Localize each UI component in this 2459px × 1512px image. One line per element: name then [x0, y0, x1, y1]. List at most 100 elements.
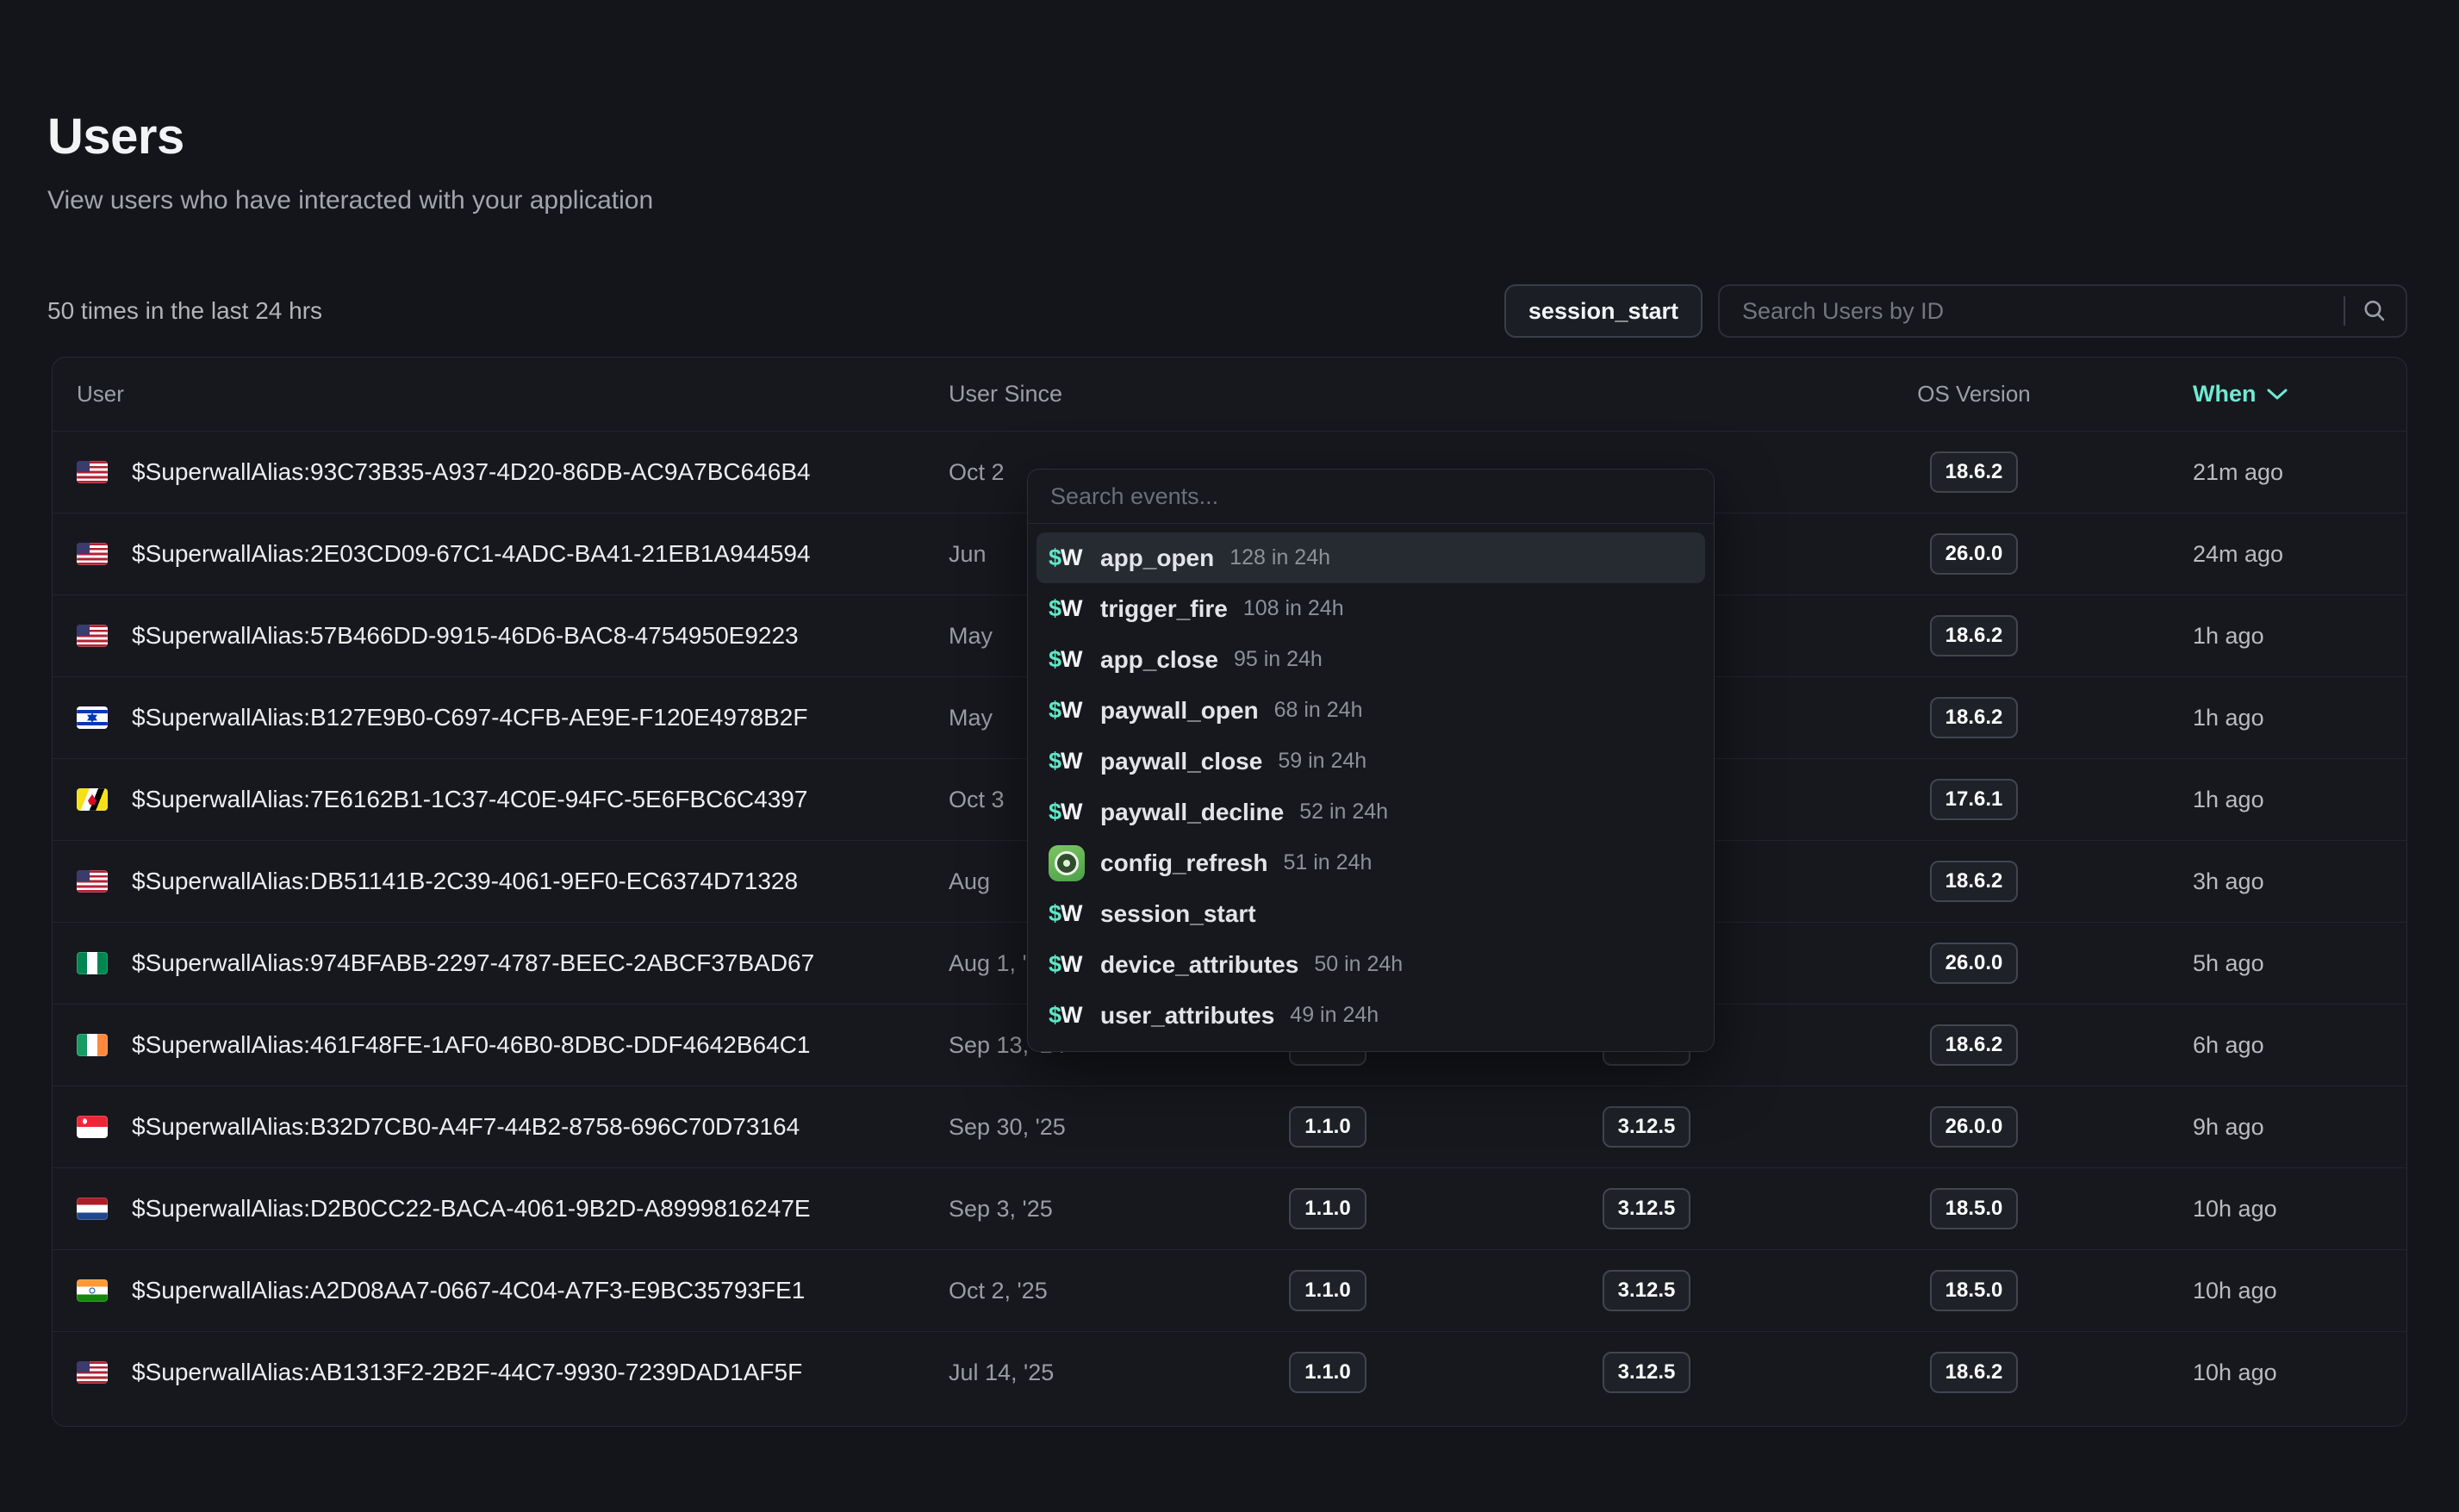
superwall-logo-icon: $W [1049, 900, 1082, 927]
event-list-item[interactable]: $W session_start [1037, 888, 1705, 939]
sdk-version-badge: 3.12.5 [1603, 1270, 1691, 1311]
event-list-item[interactable]: $W trigger_fire 108 in 24h [1037, 583, 1705, 634]
user-id: $SuperwallAlias:461F48FE-1AF0-46B0-8DBC-… [132, 1031, 811, 1059]
event-search-input[interactable] [1049, 482, 1693, 511]
event-count: 128 in 24h [1230, 545, 1330, 570]
users-page: { "colors": { "accent": "#70ead3", "conf… [0, 108, 2459, 1512]
last-seen-value: 6h ago [2077, 1032, 2406, 1059]
last-seen-value: 10h ago [2077, 1360, 2406, 1386]
event-icon-slot: $W [1049, 595, 1088, 622]
superwall-logo-icon: $W [1049, 1002, 1082, 1029]
table-row[interactable]: $SuperwallAlias:D2B0CC22-BACA-4061-9B2D-… [53, 1167, 2406, 1249]
event-list-item[interactable]: $W paywall_close 59 in 24h [1037, 736, 1705, 787]
app-version-badge: 1.1.0 [1289, 1352, 1366, 1393]
country-flag-icon [77, 1034, 108, 1056]
app-version-badge: 1.1.0 [1289, 1188, 1366, 1229]
search-divider [2344, 296, 2345, 326]
table-row[interactable]: $SuperwallAlias:AB1313F2-2B2F-44C7-9930-… [53, 1331, 2406, 1413]
country-flag-icon [77, 461, 108, 483]
country-flag-icon [77, 788, 108, 811]
country-flag-icon [77, 1116, 108, 1138]
user-search-input[interactable] [1740, 297, 2344, 326]
os-version-badge: 18.6.2 [1930, 1024, 2019, 1066]
event-list-item[interactable]: $W app_close 95 in 24h [1037, 634, 1705, 685]
event-count: 108 in 24h [1243, 596, 1344, 621]
event-search-box [1028, 470, 1714, 524]
user-id: $SuperwallAlias:2E03CD09-67C1-4ADC-BA41-… [132, 540, 811, 568]
event-list-item[interactable]: $W paywall_open 68 in 24h [1037, 685, 1705, 736]
superwall-logo-icon: $W [1049, 697, 1082, 724]
event-icon-slot: $W [1049, 646, 1088, 673]
event-count: 52 in 24h [1299, 800, 1388, 824]
sdk-version-badge: 3.12.5 [1603, 1352, 1691, 1393]
user-id: $SuperwallAlias:57B466DD-9915-46D6-BAC8-… [132, 622, 799, 650]
country-flag-icon [77, 1198, 108, 1220]
event-list-item[interactable]: $W paywall_decline 52 in 24h [1037, 787, 1705, 837]
header-user: User [53, 381, 949, 408]
sdk-version-badge: 3.12.5 [1603, 1188, 1691, 1229]
last-seen-value: 10h ago [2077, 1278, 2406, 1304]
last-seen-value: 3h ago [2077, 868, 2406, 895]
superwall-logo-icon: $W [1049, 646, 1082, 673]
user-id: $SuperwallAlias:D2B0CC22-BACA-4061-9B2D-… [132, 1195, 811, 1223]
event-frequency-stats: 50 times in the last 24 hrs [47, 297, 322, 325]
event-name: app_close [1100, 646, 1218, 674]
country-flag-icon [77, 1279, 108, 1302]
header-user-since: User Since [949, 381, 1233, 408]
event-name: user_attributes [1100, 1002, 1274, 1030]
user-id: $SuperwallAlias:AB1313F2-2B2F-44C7-9930-… [132, 1359, 802, 1386]
header-when-sort[interactable]: When [2077, 381, 2406, 408]
event-name: paywall_open [1100, 697, 1259, 725]
event-count: 50 in 24h [1314, 952, 1403, 977]
event-icon-slot [1049, 845, 1088, 881]
event-search-dropdown: $W app_open 128 in 24h $W trigger_fire 1… [1027, 469, 1715, 1052]
user-id: $SuperwallAlias:B127E9B0-C697-4CFB-AE9E-… [132, 704, 807, 731]
user-search-box [1718, 284, 2407, 338]
country-flag-icon [77, 625, 108, 647]
os-version-badge: 18.6.2 [1930, 697, 2019, 738]
event-name: session_start [1100, 900, 1256, 928]
last-seen-value: 5h ago [2077, 950, 2406, 977]
event-name: paywall_close [1100, 748, 1262, 775]
os-version-badge: 18.5.0 [1930, 1188, 2019, 1229]
os-version-badge: 26.0.0 [1930, 533, 2019, 575]
table-header-row: User User Since OS Version When [53, 358, 2406, 432]
country-flag-icon [77, 543, 108, 565]
header-when-label: When [2193, 381, 2257, 408]
os-version-badge: 26.0.0 [1930, 943, 2019, 984]
event-icon-slot: $W [1049, 697, 1088, 724]
event-count: 68 in 24h [1274, 698, 1363, 723]
last-seen-value: 1h ago [2077, 787, 2406, 813]
os-version-badge: 18.5.0 [1930, 1270, 2019, 1311]
event-list-item[interactable]: config_refresh 51 in 24h [1037, 837, 1705, 888]
superwall-logo-icon: $W [1049, 748, 1082, 775]
event-count: 95 in 24h [1234, 647, 1323, 672]
event-filter-button[interactable]: session_start [1504, 284, 1703, 338]
event-name: paywall_decline [1100, 799, 1284, 826]
event-list-item[interactable]: $W user_attributes 49 in 24h [1037, 990, 1705, 1041]
user-id: $SuperwallAlias:DB51141B-2C39-4061-9EF0-… [132, 868, 798, 895]
event-icon-slot: $W [1049, 799, 1088, 825]
event-count: 51 in 24h [1284, 850, 1373, 875]
event-list-item[interactable]: $W app_open 128 in 24h [1037, 532, 1705, 583]
table-row[interactable]: $SuperwallAlias:A2D08AA7-0667-4C04-A7F3-… [53, 1249, 2406, 1331]
superwall-logo-icon: $W [1049, 595, 1082, 622]
os-version-badge: 18.6.2 [1930, 1352, 2019, 1393]
country-flag-icon [77, 952, 108, 974]
os-version-badge: 18.6.2 [1930, 615, 2019, 656]
table-row[interactable]: $SuperwallAlias:B32D7CB0-A4F7-44B2-8758-… [53, 1086, 2406, 1167]
event-name: trigger_fire [1100, 595, 1228, 623]
event-icon-slot: $W [1049, 900, 1088, 927]
event-list-item[interactable]: $W device_attributes 50 in 24h [1037, 939, 1705, 990]
page-subtitle: View users who have interacted with your… [47, 186, 2416, 215]
user-since-value: Jul 14, '25 [949, 1360, 1233, 1386]
page-title: Users [47, 108, 2416, 165]
os-version-badge: 26.0.0 [1930, 1106, 2019, 1148]
event-list: $W app_open 128 in 24h $W trigger_fire 1… [1028, 524, 1714, 1051]
last-seen-value: 1h ago [2077, 705, 2406, 731]
event-name: config_refresh [1100, 849, 1268, 877]
search-icon [2361, 297, 2388, 325]
user-id: $SuperwallAlias:B32D7CB0-A4F7-44B2-8758-… [132, 1113, 800, 1141]
last-seen-value: 10h ago [2077, 1196, 2406, 1223]
sdk-version-badge: 3.12.5 [1603, 1106, 1691, 1148]
